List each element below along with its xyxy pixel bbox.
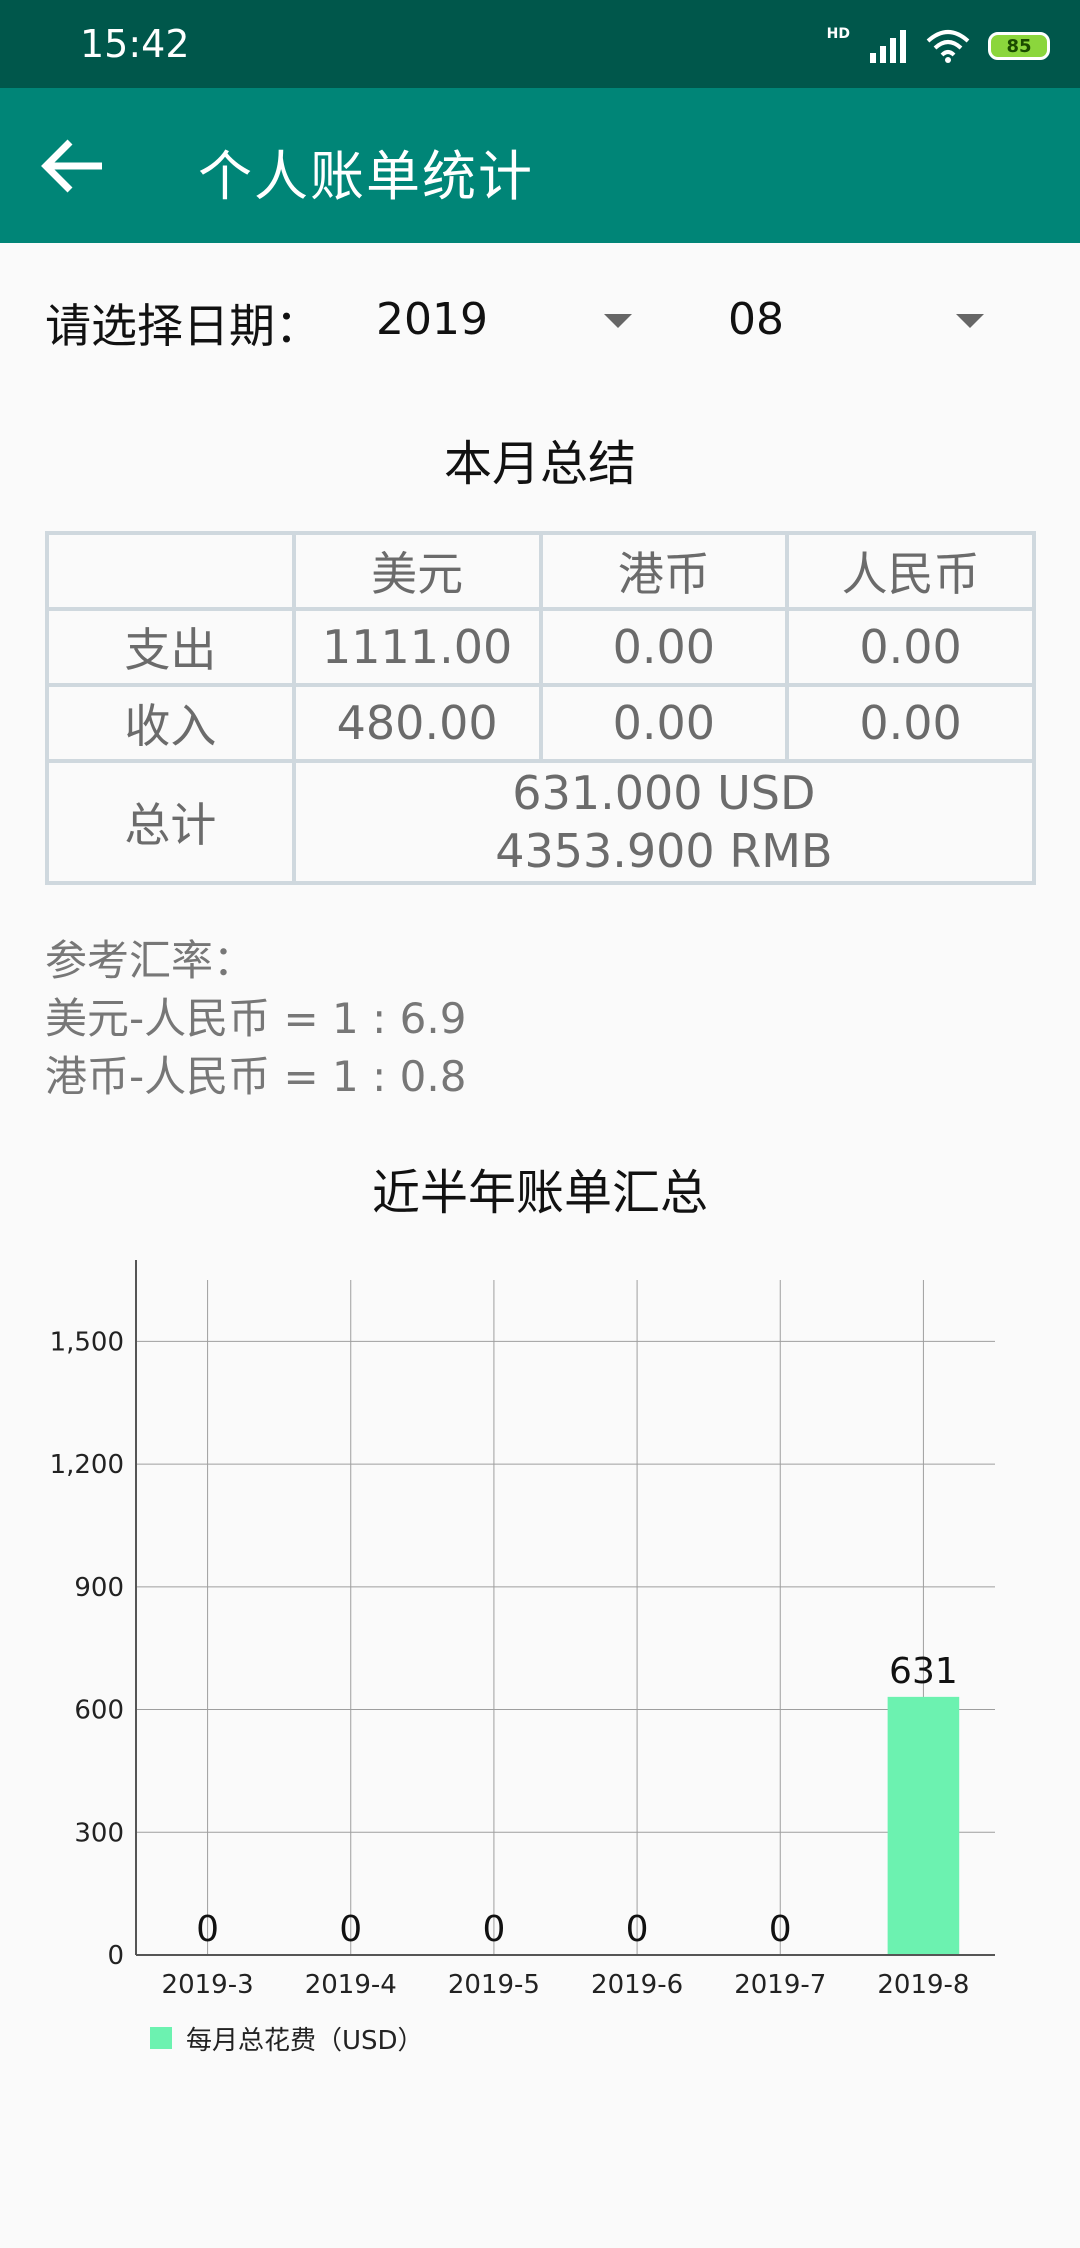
back-arrow-icon[interactable] <box>40 136 112 196</box>
rates-title: 参考汇率： <box>45 936 256 985</box>
signal-icon <box>870 30 906 63</box>
rate-usd-rmb: 美元-人民币 = 1 : 6.9 <box>45 994 467 1043</box>
x-tick-label: 2019-6 <box>591 1970 683 2000</box>
status-bar: 15:42 HD 85 <box>0 0 1080 88</box>
chart-legend: 每月总花费（USD） <box>150 2020 424 2056</box>
summary-title: 本月总结 <box>443 436 636 492</box>
bar <box>887 1696 960 1955</box>
page-title: 个人账单统计 <box>198 145 534 208</box>
table-cell: 1111.00 <box>291 607 543 687</box>
y-tick-label: 0 <box>107 1941 124 1971</box>
table-cell: 0.00 <box>785 683 1036 763</box>
total-usd: 631.000 USD <box>512 766 816 820</box>
exchange-rates: 参考汇率： 美元-人民币 = 1 : 6.9 港币-人民币 = 1 : 0.8 <box>45 932 466 1106</box>
chart-title: 近半年账单汇总 <box>371 1165 708 1221</box>
x-tick-label: 2019-3 <box>162 1970 254 2000</box>
summary-table: 美元 港币 人民币 支出 1111.00 0.00 0.00 收入 480.00… <box>45 531 1037 885</box>
y-tick-label: 900 <box>74 1573 124 1603</box>
table-header-cell: 美元 <box>291 531 543 611</box>
dropdown-arrow-icon <box>956 314 984 328</box>
row-label: 收入 <box>45 683 296 763</box>
row-label: 支出 <box>45 607 296 687</box>
table-cell: 480.00 <box>291 683 543 763</box>
hd-badge: HD <box>826 26 850 42</box>
table-row-expense: 支出 1111.00 0.00 0.00 <box>45 607 1036 687</box>
date-picker: 请选择日期： 2019 08 <box>0 280 1080 360</box>
battery-level: 85 <box>1006 35 1032 57</box>
x-tick-label: 2019-4 <box>305 1970 397 2000</box>
status-icons: HD 85 <box>827 26 1050 66</box>
data-label: 631 <box>889 1651 958 1692</box>
y-tick-label: 1,500 <box>50 1327 124 1357</box>
data-label: 0 <box>626 1909 649 1950</box>
month-spinner[interactable]: 08 <box>728 280 984 360</box>
data-label: 0 <box>769 1909 792 1950</box>
table-header-cell: 人民币 <box>785 531 1036 611</box>
table-row-income: 收入 480.00 0.00 0.00 <box>45 683 1036 763</box>
total-cell: 631.000 USD 4353.900 RMB <box>291 759 1037 885</box>
table-cell: 0.00 <box>538 607 790 687</box>
legend-label: 每月总花费（USD） <box>186 2025 424 2056</box>
y-tick-label: 600 <box>74 1696 124 1726</box>
table-header-cell <box>45 531 296 611</box>
date-label: 请选择日期： <box>45 299 321 353</box>
x-tick-label: 2019-7 <box>734 1970 826 2000</box>
row-label: 总计 <box>45 759 296 885</box>
data-label: 0 <box>196 1909 219 1950</box>
year-value: 2019 <box>376 294 488 345</box>
table-cell: 0.00 <box>785 607 1036 687</box>
table-row-total: 总计 631.000 USD 4353.900 RMB <box>45 759 1037 885</box>
data-label: 0 <box>482 1909 505 1950</box>
total-rmb: 4353.900 RMB <box>495 824 833 878</box>
bar-chart: 0 300 600 900 1,200 1,500 0 2019-3 0 2019-4 0 2019-… <box>0 1260 1080 2060</box>
month-value: 08 <box>728 294 784 345</box>
x-tick-label: 2019-5 <box>448 1970 540 2000</box>
table-header-cell: 港币 <box>538 531 790 611</box>
legend-swatch <box>150 2027 172 2049</box>
y-tick-label: 300 <box>74 1818 124 1848</box>
table-header-row: 美元 港币 人民币 <box>45 531 1036 611</box>
app-bar: 个人账单统计 <box>0 88 1080 243</box>
year-spinner[interactable]: 2019 <box>376 280 632 360</box>
bar-chart-svg: 0 300 600 900 1,200 1,500 0 2019-3 0 2019-4 0 2019-… <box>50 1260 995 2000</box>
x-tick-label: 2019-8 <box>877 1970 969 2000</box>
data-label: 0 <box>339 1909 362 1950</box>
status-time: 15:42 <box>80 22 190 66</box>
rate-hkd-rmb: 港币-人民币 = 1 : 0.8 <box>45 1052 467 1101</box>
y-tick-label: 1,200 <box>50 1450 124 1480</box>
battery-icon: 85 <box>988 32 1050 60</box>
dropdown-arrow-icon <box>604 314 632 328</box>
wifi-icon <box>926 30 970 63</box>
table-cell: 0.00 <box>538 683 790 763</box>
